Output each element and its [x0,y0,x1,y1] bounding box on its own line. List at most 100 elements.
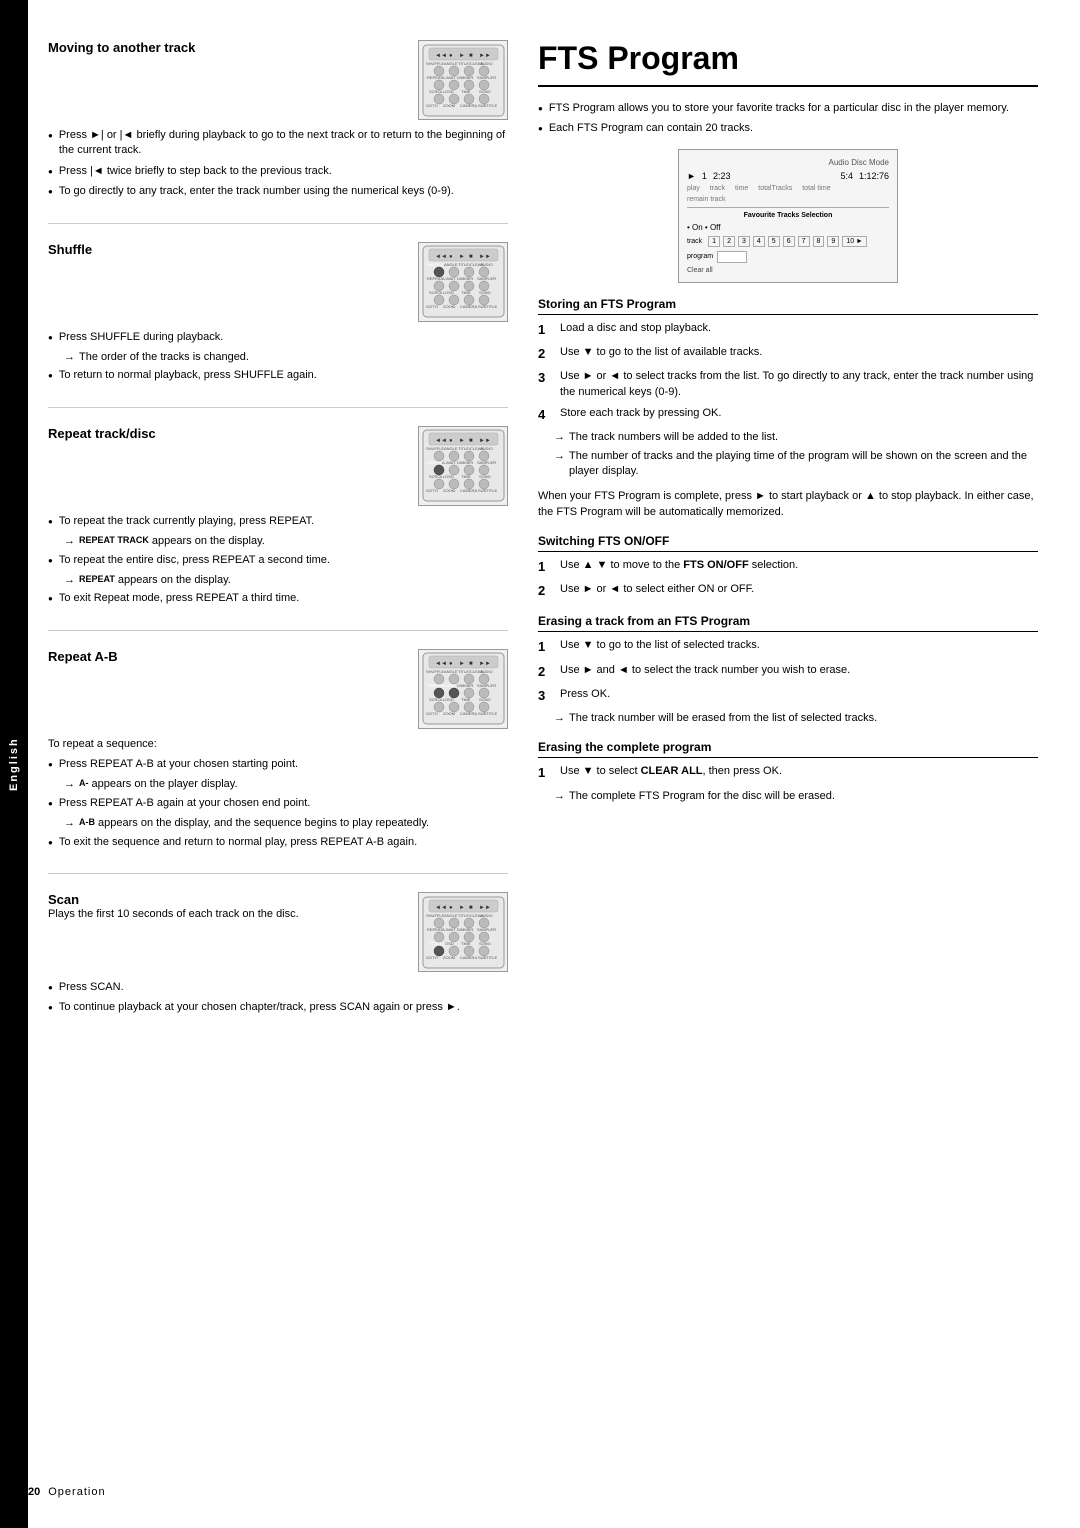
erasing-program-title: Erasing the complete program [538,740,1038,758]
track-num-2[interactable]: 2 [723,236,735,247]
svg-text:A-WAIT: A-WAIT [442,75,456,80]
svg-text:◄◄: ◄◄ [435,254,447,260]
svg-text:ANGLE: ANGLE [444,262,458,267]
list-item: Press SCAN. [48,980,508,995]
track-num-7[interactable]: 7 [798,236,810,247]
repeatab-bullets-3: To exit the sequence and return to norma… [48,835,508,850]
list-item: To continue playback at your chosen chap… [48,1000,508,1015]
page-number: 20 [28,1486,40,1498]
panel-clear-all[interactable]: Clear all [687,267,889,274]
svg-text:AUDIO: AUDIO [480,913,493,918]
svg-text:AUDIO: AUDIO [480,262,493,267]
section-repeat-track: Repeat track/disc ◄◄ ● ► ■ ►► [48,426,508,631]
svg-text:GOTO: GOTO [426,304,438,309]
list-item: To repeat the track currently playing, p… [48,514,508,529]
erasing-track-arrow: The track number will be erased from the… [554,711,1038,726]
svg-text:◄◄: ◄◄ [435,438,447,444]
section-scan-header: Scan Plays the first 10 seconds of each … [48,892,508,972]
svg-text:ZOOM: ZOOM [443,488,455,493]
svg-text:DIMMER: DIMMER [457,460,473,465]
panel-total-label: totalTracks [758,185,792,192]
panel-time: 2:23 [713,171,731,181]
repeatab-bullets-2: Press REPEAT A-B again at your chosen en… [48,796,508,811]
svg-text:SAMPLER: SAMPLER [477,75,496,80]
svg-text:SCROLL: SCROLL [429,941,446,946]
track-num-8[interactable]: 8 [813,236,825,247]
svg-text:●: ● [449,53,453,59]
svg-text:GOTO: GOTO [426,955,438,960]
list-item: Press |◄ twice briefly to step back to t… [48,164,508,179]
svg-text:REPEAT: REPEAT [427,276,443,281]
svg-text:A-WAIT: A-WAIT [442,683,456,688]
erasing-program-arrow: The complete FTS Program for the disc wi… [554,789,1038,804]
panel-time-label: time [735,185,748,192]
list-item: Press SHUFFLE during playback. [48,330,508,345]
svg-text:SUBTITLE: SUBTITLE [478,304,497,309]
svg-text:ZOOM: ZOOM [443,711,455,716]
svg-text:AUDIO: AUDIO [480,669,493,674]
svg-text:SONG: SONG [479,941,491,946]
track-num-6[interactable]: 6 [783,236,795,247]
repeat-track-bullets-2: To repeat the entire disc, press REPEAT … [48,553,508,568]
svg-text:CAMERA: CAMERA [460,711,477,716]
svg-text:ANGLE: ANGLE [444,61,458,66]
storing-arrow-2: The number of tracks and the playing tim… [554,449,1038,480]
fts-intro-bullets: FTS Program allows you to store your fav… [538,101,1038,137]
remote-image-scan: ◄◄ ● ► ■ ►► [418,892,508,972]
svg-text:■: ■ [469,254,473,260]
svg-text:►►: ►► [479,661,491,667]
erasing-program-steps: Use ▼ to select CLEAR ALL, then press OK… [538,764,1038,782]
svg-text:A-WAIT: A-WAIT [442,276,456,281]
svg-text:REPEAT: REPEAT [427,927,443,932]
list-item: Use ▲ ▼ to move to the FTS ON/OFF select… [538,558,1038,576]
svg-text:SUBTITLE: SUBTITLE [478,488,497,493]
svg-text:GOTO: GOTO [426,711,438,716]
shuffle-bullets-2: To return to normal playback, press SHUF… [48,368,508,383]
svg-text:SUBTITLE: SUBTITLE [478,103,497,108]
svg-text:●: ● [449,905,453,911]
svg-text:DIMMER: DIMMER [457,276,473,281]
track-num-10[interactable]: 10 ► [842,236,867,247]
svg-text:►: ► [459,661,465,667]
svg-text:REPEAT: REPEAT [427,75,443,80]
panel-track-label: track [710,185,725,192]
repeat-track-bullets: To repeat the track currently playing, p… [48,514,508,529]
list-item: Press OK. [538,687,1038,705]
list-item: To return to normal playback, press SHUF… [48,368,508,383]
repeat-track-bullets-3: To exit Repeat mode, press REPEAT a thir… [48,591,508,606]
svg-text:ZOOM: ZOOM [443,955,455,960]
svg-text:CAMERA: CAMERA [460,955,477,960]
track-num-4[interactable]: 4 [753,236,765,247]
section-moving-title: Moving to another track [48,40,195,55]
repeatab-bullets: Press REPEAT A-B at your chosen starting… [48,757,508,772]
section-repeat-title: Repeat track/disc [48,426,156,441]
track-num-5[interactable]: 5 [768,236,780,247]
repeat-arrow-1: repeat track appears on the display. [64,534,508,549]
track-num-9[interactable]: 9 [827,236,839,247]
svg-text:►►: ►► [479,53,491,59]
list-item: Use ► or ◄ to select either ON or OFF. [538,582,1038,600]
list-item: Use ► and ◄ to select the track number y… [538,663,1038,681]
panel-on-off: • On • Off [687,223,889,232]
svg-text:■: ■ [469,53,473,59]
svg-text:◄◄: ◄◄ [435,905,447,911]
svg-text:SCROLL: SCROLL [429,89,446,94]
panel-play-label: play [687,185,700,192]
fts-program-title: FTS Program [538,40,1038,87]
panel-program-row: program [687,251,889,263]
remote-image-repeatab: ◄◄ ● ► ■ ►► [418,649,508,729]
panel-divider [687,207,889,208]
svg-text:►: ► [459,438,465,444]
track-num-1[interactable]: 1 [708,236,720,247]
panel-totaltime-label: total time [802,185,830,192]
svg-text:SONG: SONG [479,697,491,702]
svg-text:ZOOM: ZOOM [443,103,455,108]
svg-text:SUBTITLE: SUBTITLE [478,711,497,716]
svg-text:SUBTITLE: SUBTITLE [478,955,497,960]
svg-text:►: ► [459,53,465,59]
list-item: Use ▼ to select CLEAR ALL, then press OK… [538,764,1038,782]
track-num-3[interactable]: 3 [738,236,750,247]
list-item: To repeat the entire disc, press REPEAT … [48,553,508,568]
svg-text:CAMERA: CAMERA [460,103,477,108]
panel-track-num: 1 [702,171,707,181]
